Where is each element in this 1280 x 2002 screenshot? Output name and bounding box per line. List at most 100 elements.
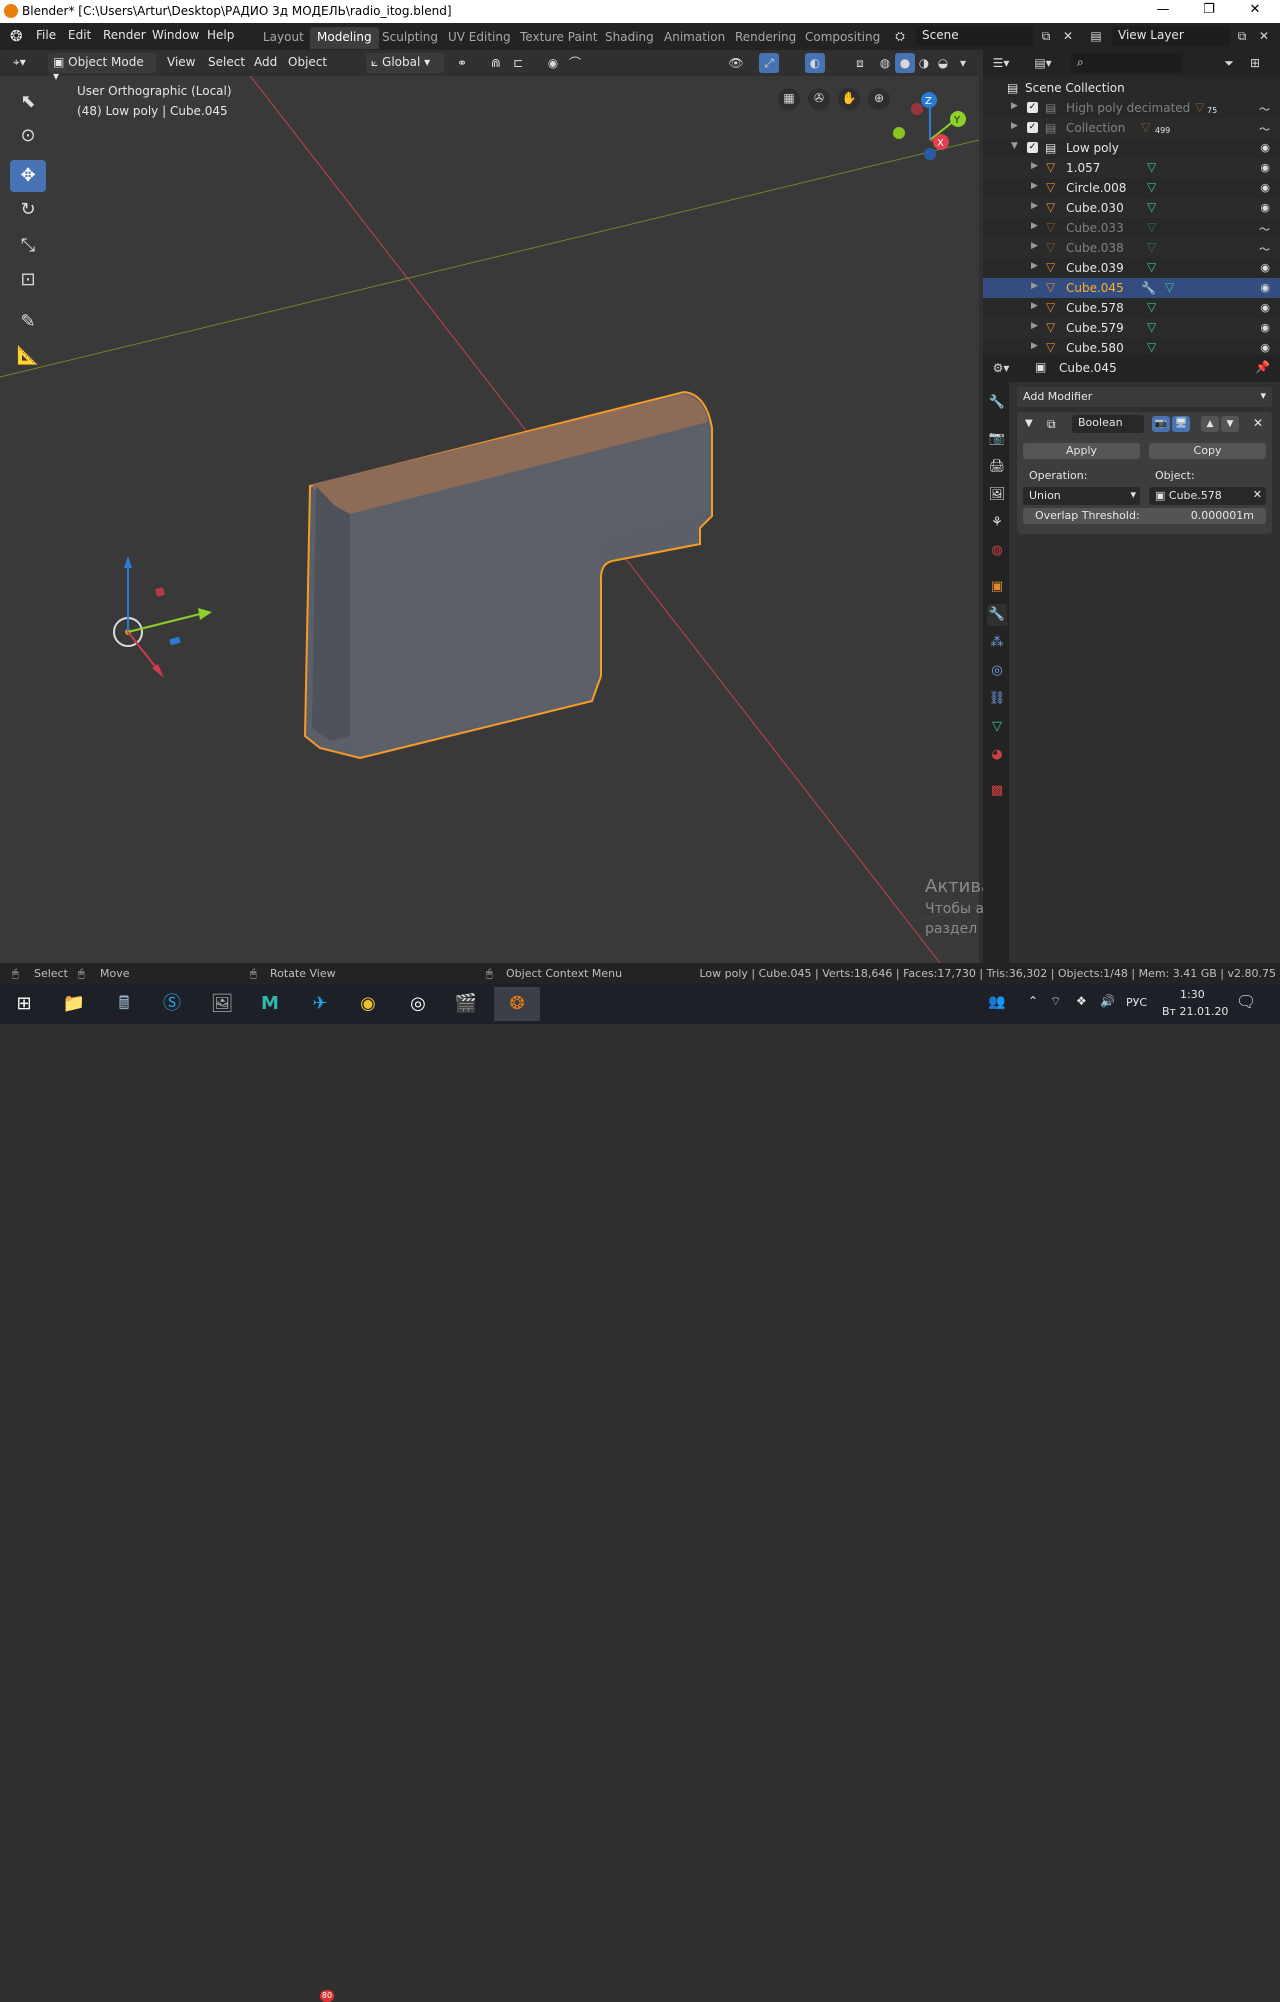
- expand-arrow-icon[interactable]: ▶: [1031, 261, 1038, 271]
- measure-tool-icon[interactable]: 📐: [10, 340, 46, 372]
- tab-animation[interactable]: Animation: [657, 27, 732, 49]
- expand-arrow-icon[interactable]: ▶: [1031, 161, 1038, 171]
- collapse-triangle-icon[interactable]: ▼: [1025, 418, 1033, 429]
- object-tab-icon[interactable]: ▣: [987, 576, 1007, 598]
- menu-edit[interactable]: Edit: [68, 28, 91, 42]
- clear-object-icon[interactable]: ✕: [1253, 488, 1262, 501]
- view-layer-field[interactable]: View Layer: [1112, 26, 1230, 46]
- viewport-toggle-icon[interactable]: 🖥: [1172, 416, 1190, 432]
- object-mode-dropdown[interactable]: ▣ Object Mode ▾: [48, 53, 156, 83]
- wifi-icon[interactable]: ⌔: [1050, 994, 1061, 1009]
- modifier-wrench-icon[interactable]: 🔧: [1141, 281, 1156, 295]
- material-tab-icon[interactable]: ◕: [987, 744, 1007, 766]
- clock-time[interactable]: 1:30: [1180, 988, 1205, 1001]
- transform-tool-icon[interactable]: ⊡: [10, 264, 46, 296]
- expand-arrow-icon[interactable]: ▶: [1031, 341, 1038, 351]
- tab-layout[interactable]: Layout: [256, 27, 311, 49]
- expand-arrow-icon[interactable]: ▶: [1031, 201, 1038, 211]
- xray-toggle-icon[interactable]: ⧈: [850, 53, 870, 73]
- editor-type-icon[interactable]: ⌖▾: [8, 53, 31, 73]
- mesh-data-icon[interactable]: ▽: [1147, 201, 1159, 213]
- people-icon[interactable]: 👥: [988, 994, 1005, 1010]
- zoom-view-icon[interactable]: ⊕: [868, 88, 890, 110]
- visibility-icon[interactable]: 👁: [726, 53, 746, 73]
- tab-uv-editing[interactable]: UV Editing: [441, 27, 518, 49]
- exclude-checkbox[interactable]: ✓: [1027, 102, 1038, 113]
- annotate-tool-icon[interactable]: ✎: [10, 306, 46, 338]
- exclude-checkbox[interactable]: ✓: [1027, 122, 1038, 133]
- menu-add[interactable]: Add: [249, 53, 282, 73]
- tool-tab-icon[interactable]: 🔧: [987, 392, 1007, 414]
- photos-app-icon[interactable]: 🖼: [202, 987, 242, 1021]
- visibility-eye-icon[interactable]: ◉: [1260, 281, 1270, 294]
- constraints-tab-icon[interactable]: ⛓: [987, 688, 1007, 710]
- dropbox-icon[interactable]: ❖: [1076, 994, 1087, 1008]
- scale-tool-icon[interactable]: ⤡: [10, 230, 46, 262]
- menu-help[interactable]: Help: [207, 28, 234, 42]
- tab-shading[interactable]: Shading: [598, 27, 661, 49]
- obs-icon[interactable]: ◎: [398, 987, 438, 1021]
- expand-arrow-icon[interactable]: ▶: [1031, 221, 1038, 231]
- camera-view-icon[interactable]: ✇: [808, 88, 830, 110]
- render-toggle-icon[interactable]: 📷: [1152, 416, 1170, 432]
- mesh-data-icon[interactable]: ▽: [1147, 161, 1159, 173]
- orientation-dropdown[interactable]: ⟀ Global ▾: [366, 53, 444, 73]
- gizmo-toggle-icon[interactable]: ⤢: [759, 53, 779, 73]
- expand-arrow-icon[interactable]: ▶: [1031, 301, 1038, 311]
- telegram-icon[interactable]: ✈: [300, 987, 340, 1021]
- visibility-eye-icon[interactable]: 〜: [1259, 121, 1270, 137]
- output-tab-icon[interactable]: 🖨: [987, 456, 1007, 478]
- mesh-data-icon[interactable]: ▽: [1147, 261, 1159, 273]
- outliner-row-collection[interactable]: ▶ ✓ ▤ Collection ▽ 499 〜: [983, 118, 1280, 138]
- clock-date[interactable]: Вт 21.01.20: [1162, 1005, 1228, 1018]
- menu-object[interactable]: Object: [283, 53, 332, 73]
- view-layer-tab-icon[interactable]: 🖼: [987, 484, 1007, 506]
- pan-view-icon[interactable]: ✋: [838, 88, 860, 110]
- object-field[interactable]: ▣ Cube.578 ✕: [1149, 487, 1266, 505]
- copy-button[interactable]: Copy: [1149, 443, 1266, 459]
- cursor-tool-icon[interactable]: ⊙: [10, 120, 46, 152]
- outliner-row-cube-578[interactable]: ▶ ▽ Cube.578 ▽ ◉: [983, 298, 1280, 318]
- visibility-eye-icon[interactable]: 〜: [1259, 101, 1270, 117]
- mesh-data-icon[interactable]: ▽: [1147, 241, 1159, 253]
- visibility-eye-icon[interactable]: ◉: [1260, 141, 1270, 154]
- outliner-row-circle-008[interactable]: ▶ ▽ Circle.008 ▽ ◉: [983, 178, 1280, 198]
- modifier-name-field[interactable]: Boolean: [1072, 415, 1144, 433]
- notifications-icon[interactable]: 🗨: [1236, 992, 1256, 1011]
- visibility-eye-icon[interactable]: 〜: [1259, 241, 1270, 257]
- wireframe-shading-icon[interactable]: ◍: [875, 53, 895, 73]
- falloff-icon[interactable]: ⌒: [565, 53, 585, 73]
- outliner-row-cube-579[interactable]: ▶ ▽ Cube.579 ▽ ◉: [983, 318, 1280, 338]
- outliner-row-cube-033[interactable]: ▶ ▽ Cube.033 ▽ 〜: [983, 218, 1280, 238]
- new-view-layer-icon[interactable]: ⧉: [1232, 26, 1252, 46]
- tab-texture-paint[interactable]: Texture Paint: [513, 27, 604, 49]
- mesh-data-icon[interactable]: ▽: [1147, 321, 1159, 333]
- remove-modifier-icon[interactable]: ✕: [1253, 416, 1263, 430]
- outliner-row-low-poly[interactable]: ▼ ✓ ▤ Low poly ◉: [983, 138, 1280, 158]
- exclude-checkbox[interactable]: ✓: [1027, 142, 1038, 153]
- maya-icon[interactable]: M: [250, 987, 290, 1021]
- close-button[interactable]: ✕: [1232, 2, 1278, 21]
- add-modifier-dropdown[interactable]: Add Modifier ▾: [1017, 387, 1272, 407]
- expand-arrow-icon[interactable]: ▼: [1011, 141, 1018, 151]
- blender-menu-icon[interactable]: ❂: [10, 27, 23, 45]
- scene-collection-row[interactable]: ▤ Scene Collection: [983, 78, 1280, 98]
- apply-button[interactable]: Apply: [1023, 443, 1140, 459]
- expand-arrow-icon[interactable]: ▶: [1031, 241, 1038, 251]
- world-tab-icon[interactable]: ◍: [987, 540, 1007, 562]
- visibility-eye-icon[interactable]: ◉: [1260, 261, 1270, 274]
- outliner-row-cube-038[interactable]: ▶ ▽ Cube.038 ▽ 〜: [983, 238, 1280, 258]
- mesh-data-icon[interactable]: ▽: [1147, 301, 1159, 313]
- scene-tab-icon[interactable]: ⚘: [987, 512, 1007, 534]
- filter-icon[interactable]: ⏷: [1219, 53, 1239, 73]
- mesh-data-icon[interactable]: ▽: [1147, 341, 1159, 353]
- blender-taskbar-icon[interactable]: ❂: [494, 987, 540, 1021]
- outliner-editor-icon[interactable]: ☰▾: [991, 53, 1011, 73]
- video-editor-icon[interactable]: 🎬: [446, 987, 486, 1021]
- visibility-eye-icon[interactable]: 〜: [1259, 221, 1270, 237]
- tab-rendering[interactable]: Rendering: [728, 27, 803, 49]
- delete-scene-icon[interactable]: ✕: [1058, 26, 1078, 46]
- snap-target-icon[interactable]: ⊏: [508, 53, 528, 73]
- outliner-row-cube-045[interactable]: ▶ ▽ Cube.045 🔧 ▽ ◉: [983, 278, 1280, 298]
- expand-arrow-icon[interactable]: ▶: [1031, 281, 1038, 291]
